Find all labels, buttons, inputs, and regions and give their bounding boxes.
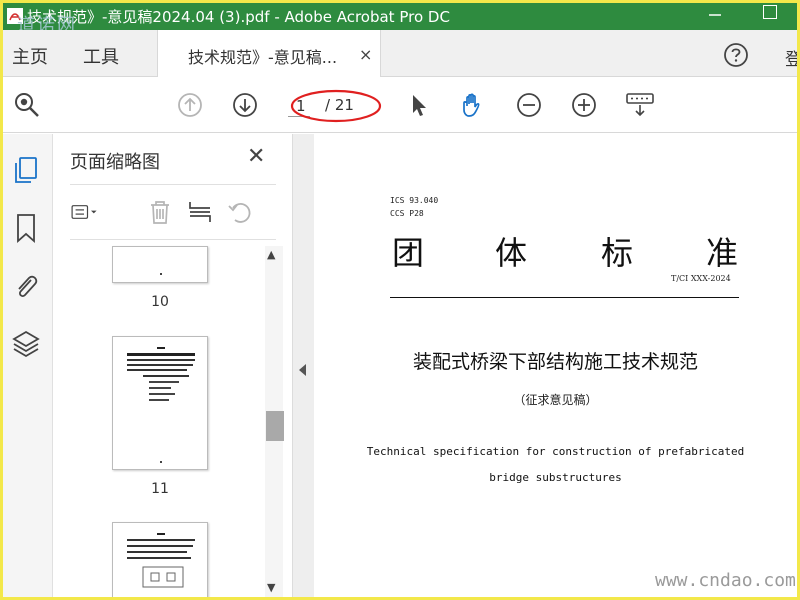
thumbnail-page-content [127,347,195,463]
tab-bar: 主页 工具 技术规范》-意见稿... × 登 [3,30,797,78]
doc-title: 装配式桥梁下部结构施工技术规范 [412,351,698,373]
doc-ccs-code: CCS P28 [390,209,424,218]
delete-page-icon[interactable] [146,198,174,226]
doc-english-title-line2: bridge substructures [489,471,622,484]
doc-standard-code: T/CI XXX-2024 [671,274,731,283]
doc-subtitle: （征求意见稿） [513,393,598,407]
next-page-icon[interactable] [231,91,259,119]
page-thumbnail-9[interactable] [112,246,208,283]
scroll-up-icon[interactable]: ▲ [267,248,275,261]
zoom-out-icon[interactable] [515,91,543,119]
doc-english-title-line1: Technical specification for construction… [366,445,745,458]
acrobat-window: 技术规范》-意见稿2024.04 (3).pdf - Adobe Acrobat… [3,3,797,597]
keyboard-icon[interactable] [624,91,656,119]
sign-in-link[interactable]: 登 [785,45,797,70]
scroll-down-icon[interactable]: ▼ [267,581,275,594]
navigation-rail [3,134,53,597]
maximize-icon[interactable] [763,5,777,19]
tab-document[interactable]: 技术规范》-意见稿... × [157,30,381,78]
page-thumbnail-selected[interactable] [112,336,208,470]
thumbnail-panel: 页面缩略图 ✕ 10 11 ▲ ▼ [54,134,292,597]
panel-title: 页面缩略图 [70,152,160,173]
scrollbar-thumb[interactable] [266,411,284,441]
thumbnail-label: 10 [151,294,169,310]
thumbnail-label-selected: 11 [151,481,169,497]
help-icon[interactable] [723,42,749,68]
red-annotation-ellipse [290,89,382,123]
thumbnail-page-content-12 [127,533,195,588]
title-bar: 技术规范》-意见稿2024.04 (3).pdf - Adobe Acrobat… [3,3,797,36]
doc-divider [390,297,739,298]
minimize-icon[interactable] [703,3,727,27]
hand-tool-icon[interactable] [458,91,486,119]
toolbar: 1 / 21 [3,77,797,133]
document-view[interactable]: ICS 93.040 CCS P28 团 体 标 准 T/CI XXX-2024… [314,134,797,597]
select-pointer-icon[interactable] [405,91,433,119]
layers-icon[interactable] [11,328,41,360]
prev-page-icon[interactable] [176,91,204,119]
attachment-icon[interactable] [11,270,41,302]
doc-heading-char: 团 [392,234,425,272]
rotate-icon[interactable] [226,198,254,226]
panel-close-icon[interactable]: ✕ [247,144,265,169]
watermark-bottom: www.cndao.com [655,570,796,591]
doc-heading-char: 体 [495,234,528,272]
thumbnail-tools [70,184,276,240]
tab-close-icon[interactable]: × [359,45,372,64]
doc-ics-code: ICS 93.040 [390,196,439,205]
collapse-panel-icon[interactable] [299,364,306,376]
thumbnail-options-icon[interactable] [70,198,98,226]
doc-heading-char: 标 [601,234,634,272]
page-thumbnails-icon[interactable] [11,154,41,186]
menu-home[interactable]: 主页 [12,43,48,69]
tab-document-label: 技术规范》-意见稿... [188,48,338,67]
insert-page-icon[interactable] [186,198,214,226]
window-title: 技术规范》-意见稿2024.04 (3).pdf - Adobe Acrobat… [27,8,450,26]
panel-splitter[interactable] [292,134,314,597]
menu-tools[interactable]: 工具 [83,43,119,69]
search-icon[interactable] [13,91,41,119]
zoom-in-icon[interactable] [570,91,598,119]
doc-heading-char: 准 [706,234,739,272]
bookmark-icon[interactable] [11,212,41,244]
page-thumbnail-12[interactable] [112,522,208,597]
